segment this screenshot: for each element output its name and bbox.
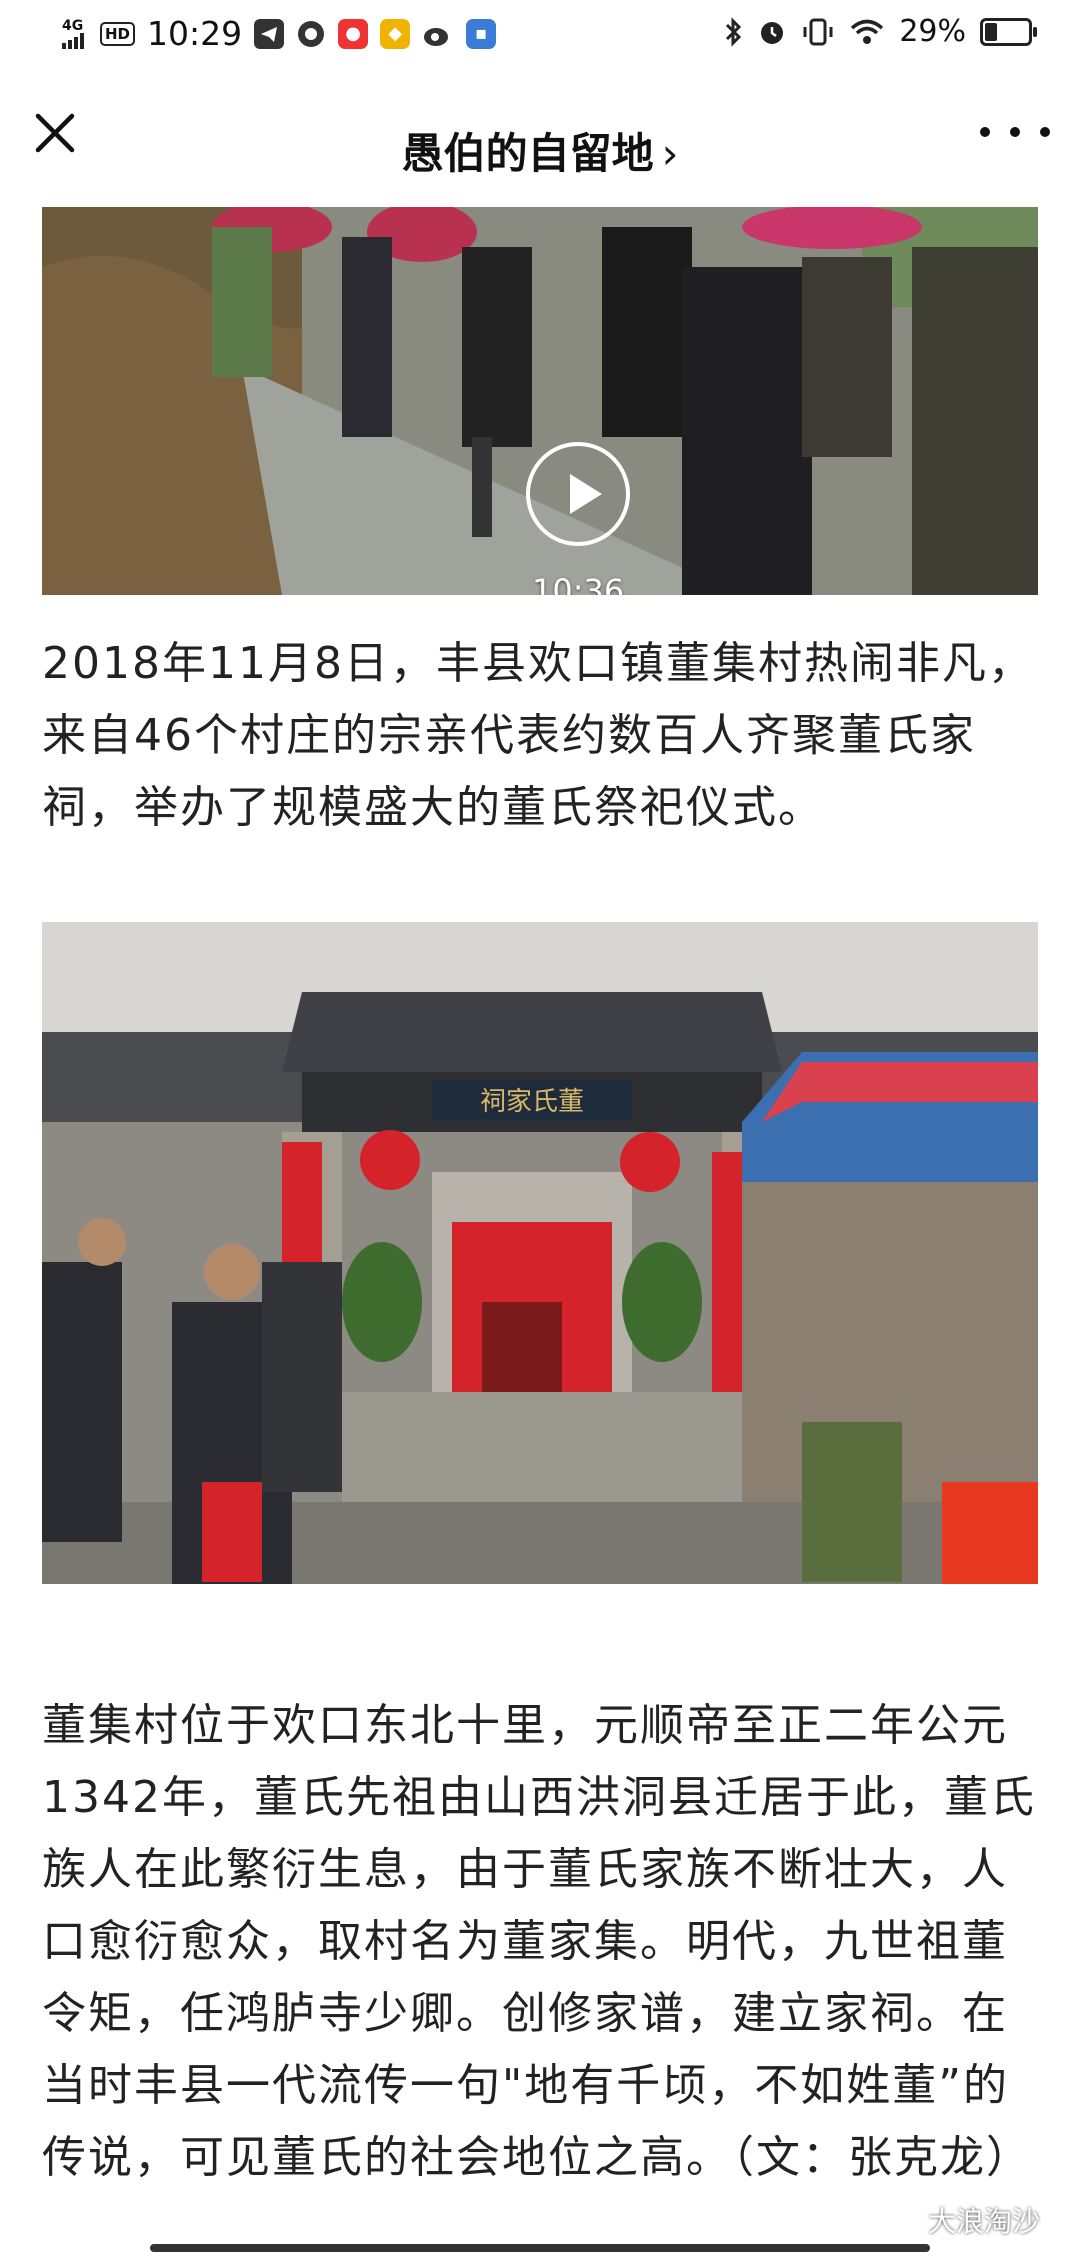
- account-title[interactable]: 愚伯的自留地 ›: [0, 120, 1080, 181]
- home-indicator[interactable]: [150, 2244, 930, 2252]
- video-duration: 10:36: [532, 572, 625, 595]
- video-player[interactable]: 10:36: [42, 207, 1038, 595]
- wifi-icon: [851, 19, 884, 44]
- status-bar: 4G HD 10:29 ● ◆ ▪ 29%: [0, 0, 1080, 76]
- hd-icon: HD: [100, 21, 136, 46]
- battery-icon: [980, 17, 1037, 46]
- video-thumbnail: [42, 207, 1038, 595]
- status-left: 4G HD 10:29 ● ◆ ▪: [62, 14, 497, 53]
- article-paragraph-1: 2018年11月8日，丰县欢口镇董集村热闹非凡，来自46个村庄的宗亲代表约数百人…: [42, 638, 1034, 833]
- article-header: 愚伯的自留地 ›: [0, 80, 1080, 200]
- browser-icon: [298, 20, 325, 47]
- play-icon[interactable]: [526, 442, 630, 546]
- game-app-icon: ◆: [380, 18, 411, 49]
- chevron-right-icon: ›: [661, 129, 679, 178]
- article-photo-temple: 祠家氏董: [42, 922, 1038, 1584]
- more-options-button[interactable]: [980, 110, 1050, 154]
- vibrate-icon: [803, 18, 833, 45]
- wechat-icon: [887, 2207, 921, 2232]
- account-name[interactable]: 愚伯的自留地: [402, 129, 654, 178]
- status-right: 29%: [723, 14, 1037, 49]
- status-time: 10:29: [147, 14, 243, 53]
- telegram-icon: [254, 18, 285, 49]
- temple-sign: 祠家氏董: [480, 1087, 584, 1117]
- weibo-icon: [424, 27, 449, 46]
- news-app-icon: ●: [338, 18, 369, 49]
- watermark: 大浪淘沙: [887, 2200, 1040, 2240]
- alarm-icon: [761, 21, 784, 44]
- temple-photo: 祠家氏董: [42, 922, 1038, 1584]
- signal-icon: 4G: [62, 19, 88, 49]
- app-icon: ▪: [466, 18, 497, 49]
- battery-percent: 29%: [899, 14, 966, 49]
- bluetooth-icon: [726, 16, 742, 47]
- article-paragraph-2: 董集村位于欢口东北十里，元顺帝至正二年公元1342年，董氏先祖由山西洪洞县迁居于…: [42, 1700, 1036, 2183]
- watermark-text: 大浪淘沙: [927, 2205, 1040, 2238]
